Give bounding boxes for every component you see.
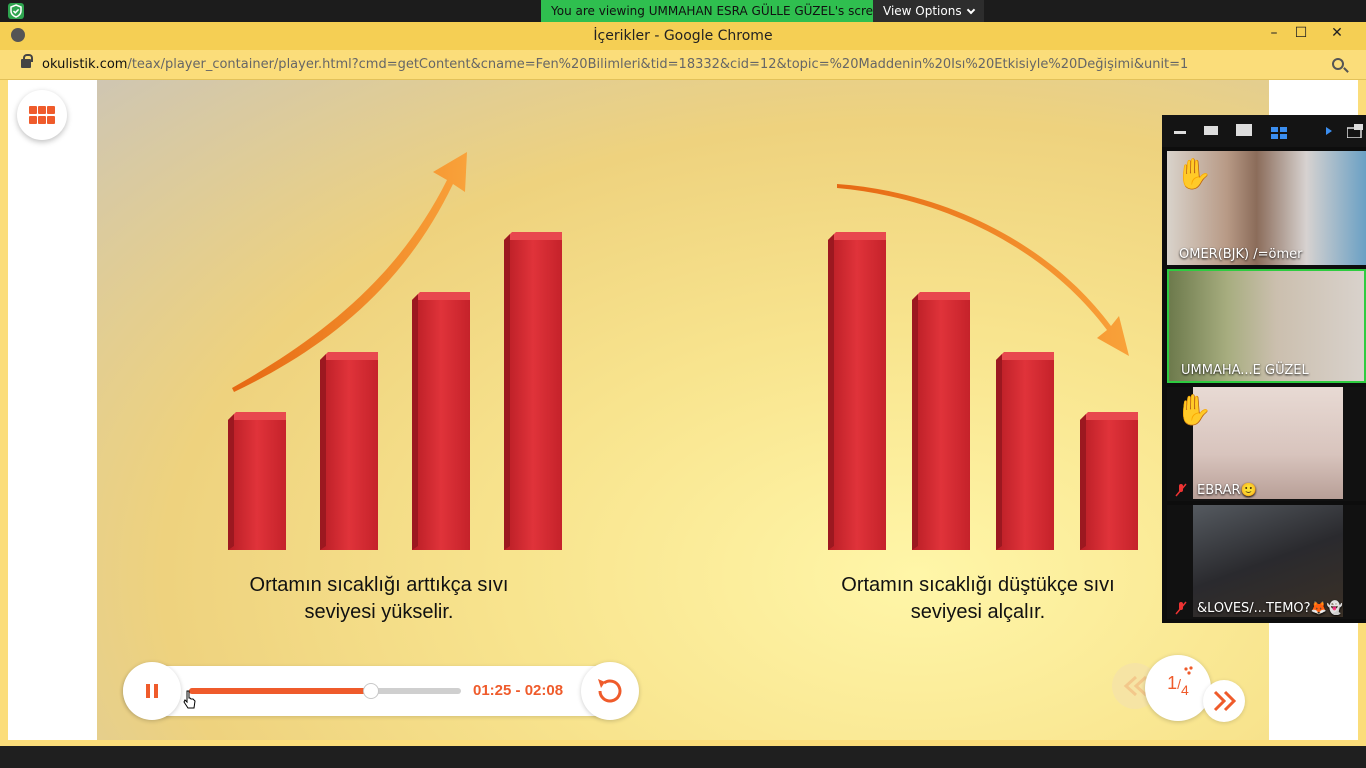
raised-hand-icon: ✋ [1175, 157, 1213, 192]
left-caption-line2: seviyesi yükselir. [304, 601, 454, 623]
participant-name: UMMAHA...E GÜZEL [1181, 363, 1309, 378]
participants-panel: ✋ OMER(BJK) /=ömer UMMAHA...E GÜZEL ✋ EB… [1162, 115, 1366, 623]
mic-muted-icon [1175, 601, 1187, 615]
zoom-icon[interactable] [1332, 58, 1344, 70]
window-title: İçerikler - Google Chrome [593, 28, 773, 44]
right-caption-line2: seviyesi alçalır. [910, 601, 1046, 623]
video-layout-toolbar [1162, 115, 1366, 147]
screen-share-bar: You are viewing UMMAHAN ESRA GÜLLE GÜZEL… [0, 0, 1366, 22]
cursor-icon [183, 690, 196, 709]
large-video-icon[interactable] [1236, 124, 1252, 136]
fast-forward-icon [1213, 690, 1237, 712]
bar [912, 292, 970, 550]
progress-handle[interactable] [363, 683, 380, 699]
page-number: 1/4 [1167, 673, 1189, 698]
bar [996, 352, 1054, 550]
replay-icon [598, 679, 622, 703]
progress-track[interactable] [189, 683, 461, 699]
shield-icon [8, 3, 24, 19]
time-display: 01:25 - 02:08 [473, 682, 564, 699]
participant-tile-active-speaker[interactable]: UMMAHA...E GÜZEL [1167, 269, 1366, 383]
bar [828, 232, 886, 550]
layout-icon[interactable] [1346, 123, 1363, 142]
participant-tile[interactable]: &LOVES/...TEMO?🦊👻 [1167, 505, 1366, 619]
address-bar[interactable]: okulistik.com/teax/player_container/play… [0, 50, 1366, 80]
gallery-view-icon[interactable] [1271, 124, 1287, 143]
url-path: /teax/player_container/player.html?cmd=g… [127, 57, 1189, 72]
bar [228, 412, 286, 550]
left-caption: Ortamın sıcaklığı arttıkça sıvı seviyesi… [224, 572, 534, 626]
right-caption: Ortamın sıcaklığı düştükçe sıvı seviyesi… [823, 572, 1133, 626]
participant-name: &LOVES/...TEMO?🦊👻 [1197, 601, 1343, 616]
replay-button[interactable] [581, 662, 639, 720]
view-options-button[interactable]: View Options [873, 0, 984, 22]
small-video-icon[interactable] [1204, 126, 1218, 135]
maximize-button[interactable]: ☐ [1286, 22, 1316, 46]
participant-name: EBRAR🙂 [1197, 483, 1257, 498]
play-arrow-icon[interactable] [1324, 123, 1334, 142]
lock-icon [21, 54, 33, 68]
url-text[interactable]: okulistik.com/teax/player_container/play… [42, 50, 1188, 80]
page-content: Ortamın sıcaklığı arttıkça sıvı seviyesi… [8, 80, 1358, 740]
raised-hand-icon: ✋ [1175, 393, 1213, 428]
bar [412, 292, 470, 550]
bar-illustration [228, 152, 1138, 550]
next-button[interactable] [1203, 680, 1245, 722]
url-host: okulistik.com [42, 57, 128, 72]
bar [504, 232, 562, 550]
taskbar-strip [0, 746, 1366, 768]
participant-tile[interactable]: ✋ OMER(BJK) /=ömer [1167, 151, 1366, 265]
participant-tile[interactable]: ✋ EBRAR🙂 [1167, 387, 1366, 501]
page-indicator: 1/4 [1145, 655, 1211, 721]
title-bar: İçerikler - Google Chrome – ☐ ✕ [0, 22, 1366, 50]
media-player-controls: 01:25 - 02:08 [123, 662, 639, 720]
page-total: 4 [1181, 682, 1189, 698]
chevron-down-icon [966, 5, 975, 15]
minimize-button[interactable]: – [1259, 22, 1289, 46]
grid-menu-button[interactable] [17, 90, 67, 140]
falling-bars [828, 232, 1138, 550]
right-caption-line1: Ortamın sıcaklığı düştükçe sıvı [841, 574, 1115, 596]
participant-name: OMER(BJK) /=ömer [1179, 247, 1303, 262]
close-button[interactable]: ✕ [1322, 22, 1352, 46]
page-current: 1 [1167, 673, 1178, 693]
rising-bars [228, 232, 562, 550]
mic-muted-icon [1175, 483, 1187, 497]
bar [1080, 412, 1138, 550]
lesson-slide: Ortamın sıcaklığı arttıkça sıvı seviyesi… [97, 80, 1269, 740]
left-caption-line1: Ortamın sıcaklığı arttıkça sıvı [249, 574, 509, 596]
pause-button[interactable] [123, 662, 181, 720]
minimize-video-icon[interactable] [1174, 131, 1186, 134]
bar [320, 352, 378, 550]
progress-fill [189, 688, 372, 694]
left-panel [8, 80, 97, 740]
screen-share-message: You are viewing UMMAHAN ESRA GÜLLE GÜZEL… [541, 0, 898, 22]
view-options-label: View Options [883, 4, 962, 18]
